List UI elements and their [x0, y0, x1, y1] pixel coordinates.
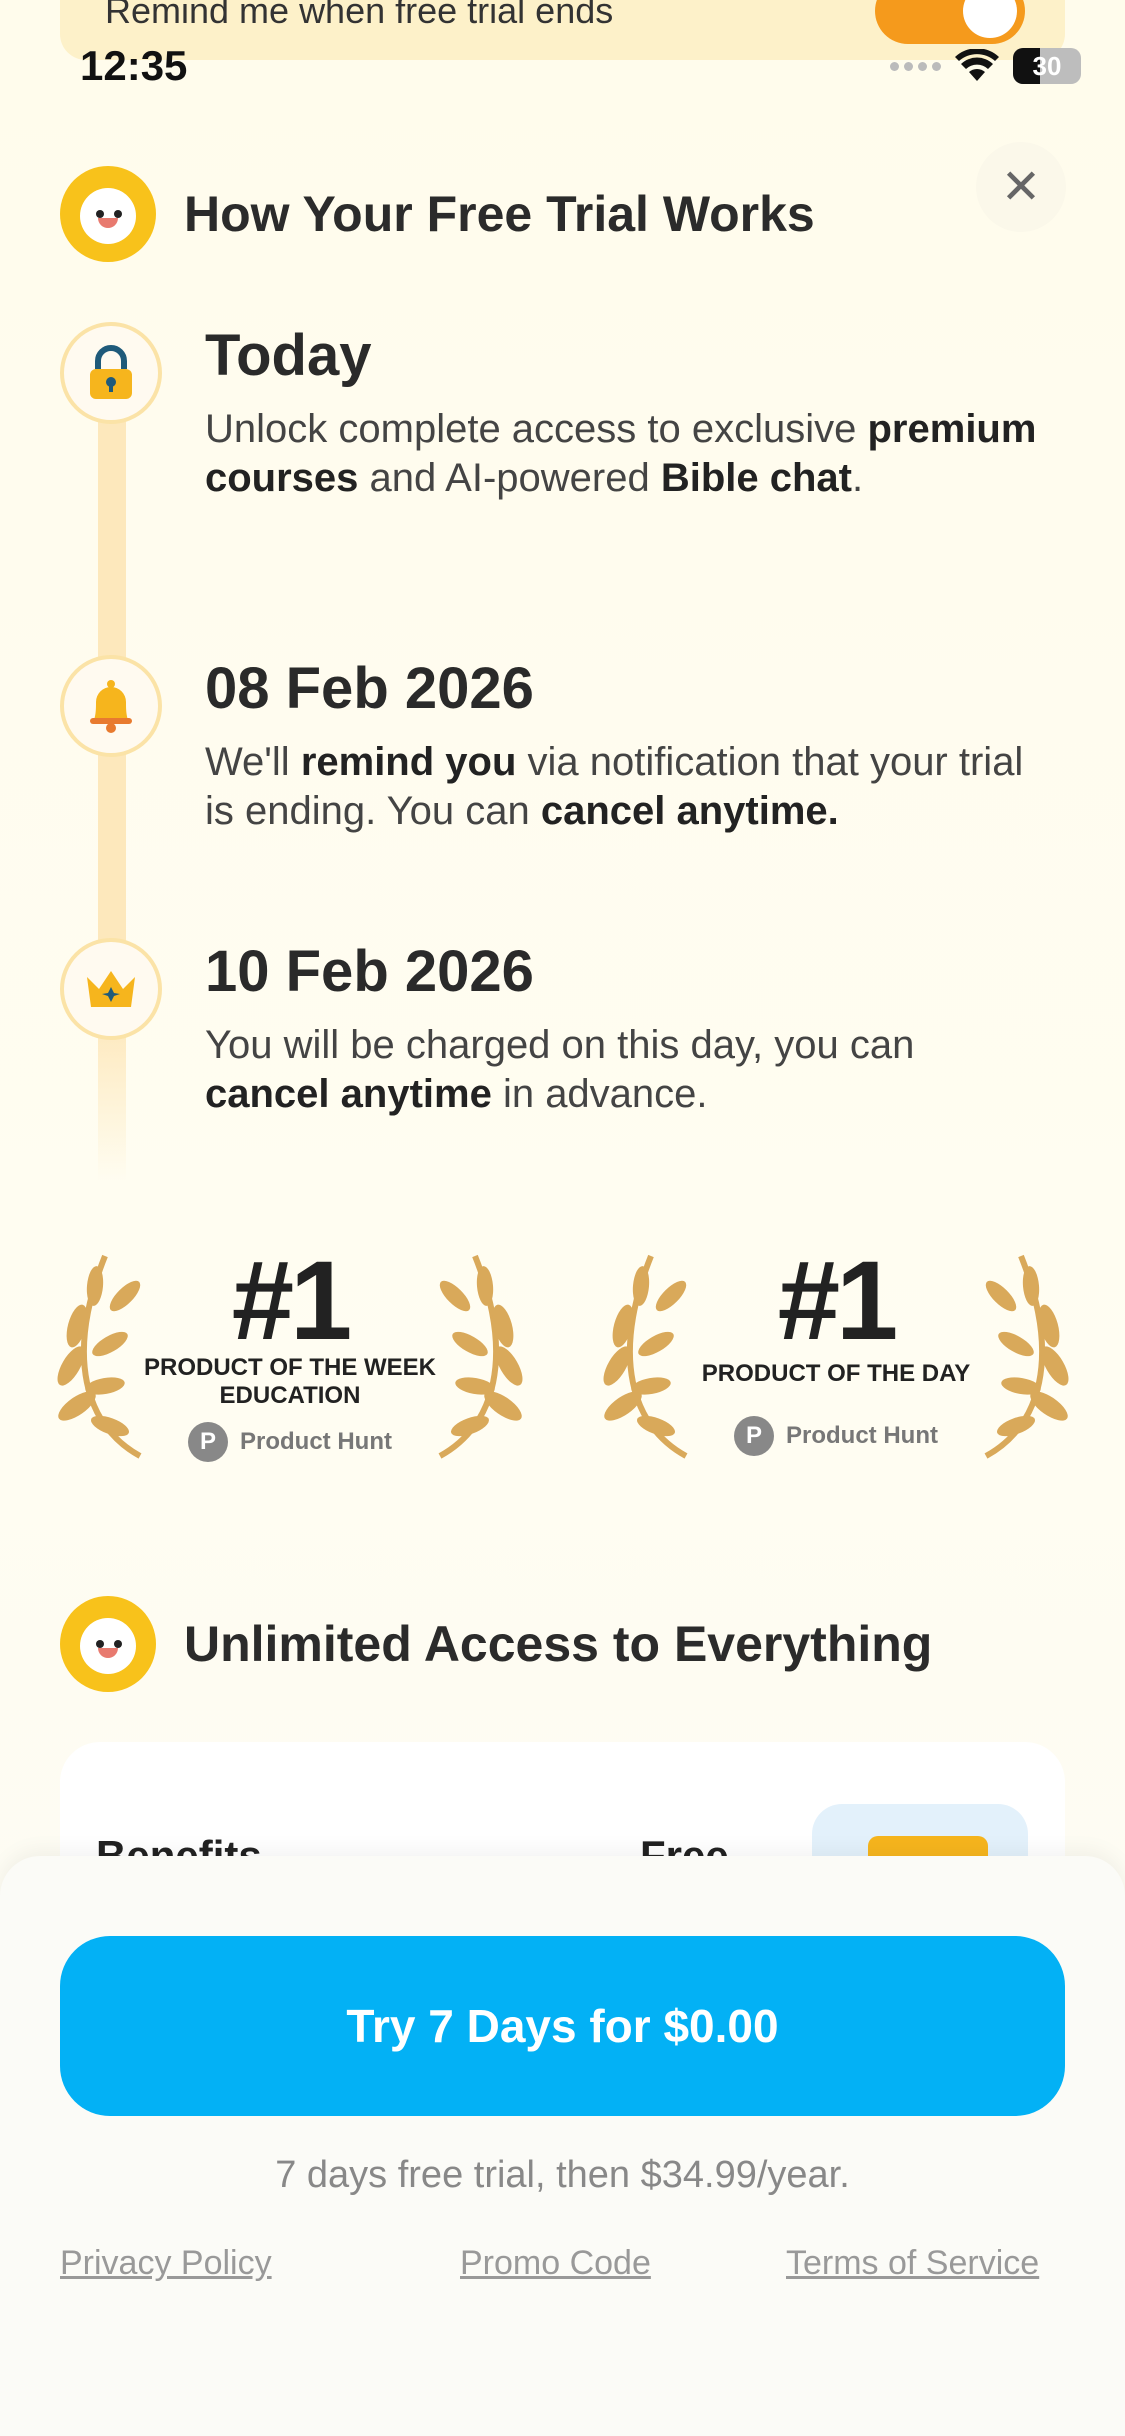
close-button[interactable]: ✕: [976, 142, 1066, 232]
lock-icon: [90, 345, 132, 399]
paywall-screen: Remind me when free trial ends 12:35 30 …: [0, 0, 1125, 2436]
status-time: 12:35: [80, 42, 188, 89]
step-title: 08 Feb 2026: [205, 656, 534, 721]
product-hunt-icon: P: [188, 1422, 228, 1462]
step-description: Unlock complete access to exclusive prem…: [205, 407, 1037, 500]
award-label: PRODUCT OF THE WEEK EDUCATION: [55, 1354, 525, 1410]
award-label-line2: EDUCATION: [219, 1382, 361, 1409]
award-source-name: Product Hunt: [240, 1428, 392, 1455]
start-trial-button[interactable]: Try 7 Days for $0.00: [60, 1936, 1065, 2116]
award-product-of-day: #1 PRODUCT OF THE DAY P Product Hunt: [601, 1236, 1071, 1466]
award-rank: #1: [777, 1238, 899, 1363]
step-description: You will be charged on this day, you can…: [205, 1023, 915, 1116]
timeline-step-reminder: 08 Feb 2026 We'll remind you via notific…: [205, 655, 1045, 836]
timeline-node-today: [60, 322, 162, 424]
wifi-icon: [955, 49, 999, 81]
bell-icon: [90, 680, 132, 733]
remind-banner-label: Remind me when free trial ends: [105, 0, 614, 31]
step-title: Today: [205, 323, 372, 388]
trial-price-note: 7 days free trial, then $34.99/year.: [275, 2154, 850, 2196]
crown-icon: [87, 971, 135, 1007]
battery-level: 30: [1032, 50, 1062, 81]
timeline-track: [98, 360, 126, 1180]
product-hunt-icon: P: [734, 1416, 774, 1456]
timeline-node-charge: [60, 938, 162, 1040]
promo-code-link[interactable]: Promo Code: [460, 2244, 651, 2283]
award-source: P Product Hunt: [601, 1416, 1071, 1456]
access-section-title: Unlimited Access to Everything: [184, 1616, 933, 1672]
close-icon: ✕: [1000, 161, 1042, 214]
toggle-knob: [963, 0, 1017, 38]
bottom-purchase-sheet: Try 7 Days for $0.00 7 days free trial, …: [0, 1856, 1125, 2436]
access-section-header: Unlimited Access to Everything: [60, 1596, 932, 1692]
award-source: P Product Hunt: [55, 1422, 525, 1462]
timeline-step-today: Today Unlock complete access to exclusiv…: [205, 322, 1045, 503]
step-title: 10 Feb 2026: [205, 939, 534, 1004]
step-description: We'll remind you via notification that y…: [205, 740, 1024, 833]
status-icons: 30: [890, 48, 1081, 84]
trial-section-header: How Your Free Trial Works: [60, 166, 815, 262]
sheep-mascot-icon: [60, 1596, 156, 1692]
privacy-policy-link[interactable]: Privacy Policy: [60, 2244, 272, 2283]
award-label-line1: PRODUCT OF THE DAY: [701, 1360, 971, 1387]
award-label-line1: PRODUCT OF THE WEEK: [144, 1354, 436, 1381]
signal-icon: [890, 61, 941, 71]
terms-of-service-link[interactable]: Terms of Service: [786, 2244, 1039, 2283]
timeline-step-charge: 10 Feb 2026 You will be charged on this …: [205, 938, 1045, 1119]
award-product-of-week: #1 PRODUCT OF THE WEEK EDUCATION P Produ…: [55, 1236, 525, 1466]
battery-icon: 30: [1013, 48, 1081, 84]
award-label: PRODUCT OF THE DAY: [601, 1360, 1071, 1388]
trial-section-title: How Your Free Trial Works: [184, 186, 815, 242]
timeline-node-reminder: [60, 655, 162, 757]
award-source-name: Product Hunt: [786, 1422, 938, 1449]
sheep-mascot-icon: [60, 166, 156, 262]
award-rank: #1: [231, 1238, 353, 1363]
remind-toggle[interactable]: [875, 0, 1025, 44]
